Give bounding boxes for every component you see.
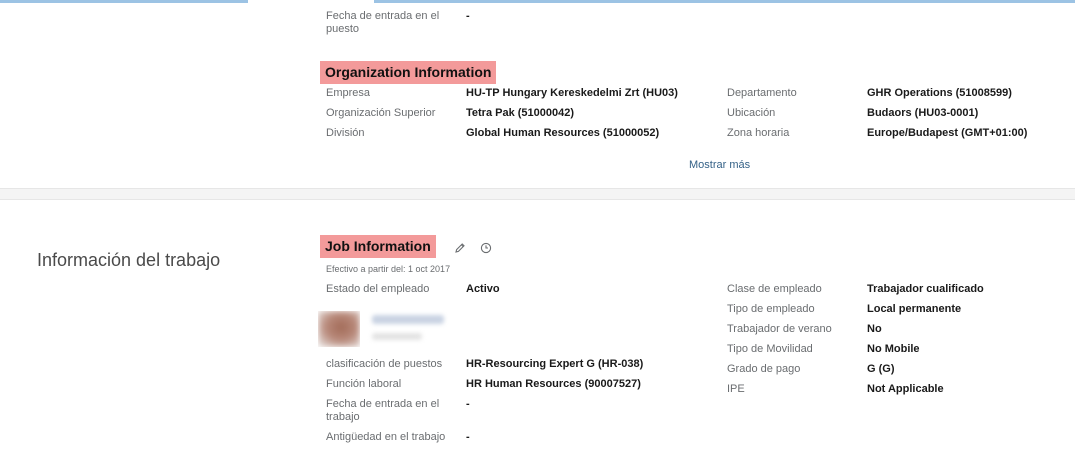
- field-label-organizacion-superior: Organización Superior: [326, 107, 436, 119]
- field-value-funcion-laboral: HR Human Resources (90007527): [466, 378, 641, 390]
- field-label-grado-pago: Grado de pago: [727, 363, 801, 375]
- field-label-zona-horaria: Zona horaria: [727, 127, 790, 139]
- field-label-ubicacion: Ubicación: [727, 107, 776, 119]
- field-value-clase-empleado: Trabajador cualificado: [867, 283, 984, 295]
- field-value-ubicacion: Budaors (HU03-0001): [867, 107, 979, 119]
- section-title-job-info: Información del trabajo: [37, 250, 221, 270]
- field-value-zona-horaria: Europe/Budapest (GMT+01:00): [867, 127, 1028, 139]
- pencil-icon[interactable]: [453, 241, 467, 255]
- field-value-tipo-empleado: Local permanente: [867, 303, 962, 315]
- manager-avatar[interactable]: [318, 311, 360, 347]
- field-value-division: Global Human Resources (51000052): [466, 127, 660, 139]
- field-label-tipo-movilidad: Tipo de Movilidad: [727, 343, 813, 355]
- job-info-heading: Job Information: [320, 235, 436, 258]
- clock-history-icon[interactable]: [479, 241, 493, 255]
- field-value-departamento: GHR Operations (51008599): [867, 87, 1012, 99]
- field-label-antiguedad-trabajo: Antigüedad en el trabajo: [326, 431, 446, 443]
- field-label-ipe: IPE: [727, 383, 745, 395]
- manager-title-redacted: [372, 333, 422, 340]
- field-label-division: División: [326, 127, 365, 139]
- field-value-antiguedad-trabajo: -: [466, 431, 470, 443]
- field-label-trabajador-verano: Trabajador de verano: [727, 323, 832, 335]
- field-value-tipo-movilidad: No Mobile: [867, 343, 920, 355]
- field-label-departamento: Departamento: [727, 87, 797, 99]
- field-label-clasificacion-puestos: clasificación de puestos: [326, 358, 443, 370]
- field-label-tipo-empleado: Tipo de empleado: [727, 303, 815, 315]
- field-label-empresa: Empresa: [326, 87, 371, 99]
- field-value-fecha-entrada-trabajo: -: [466, 398, 470, 410]
- organization-info-heading: Organization Information: [320, 61, 497, 84]
- field-label-clase-empleado: Clase de empleado: [727, 283, 822, 295]
- top-nav-active-tab[interactable]: [248, 0, 374, 3]
- field-value-grado-pago: G (G): [867, 363, 895, 375]
- field-value-ipe: Not Applicable: [867, 383, 944, 395]
- manager-name-redacted[interactable]: [372, 315, 444, 324]
- field-label-funcion-laboral: Función laboral: [326, 378, 402, 390]
- field-value-clasificacion-puestos: HR-Resourcing Expert G (HR-038): [466, 358, 644, 370]
- effective-date: Efectivo a partir del: 1 oct 2017: [326, 264, 451, 274]
- field-value-trabajador-verano: No: [867, 323, 882, 335]
- field-value-estado-empleado: Activo: [466, 283, 500, 295]
- field-value-fecha-entrada-puesto: -: [466, 10, 470, 22]
- field-label-estado-empleado: Estado del empleado: [326, 283, 430, 295]
- top-nav-bar: [0, 0, 1075, 3]
- field-label-fecha-entrada-puesto: Fecha de entrada en el puesto: [326, 10, 440, 35]
- field-value-organizacion-superior: Tetra Pak (51000042): [466, 107, 575, 119]
- field-label-fecha-entrada-trabajo: Fecha de entrada en el trabajo: [326, 398, 440, 423]
- field-value-empresa: HU-TP Hungary Kereskedelmi Zrt (HU03): [466, 87, 678, 99]
- show-more-link[interactable]: Mostrar más: [689, 159, 750, 171]
- section-divider: [0, 188, 1075, 200]
